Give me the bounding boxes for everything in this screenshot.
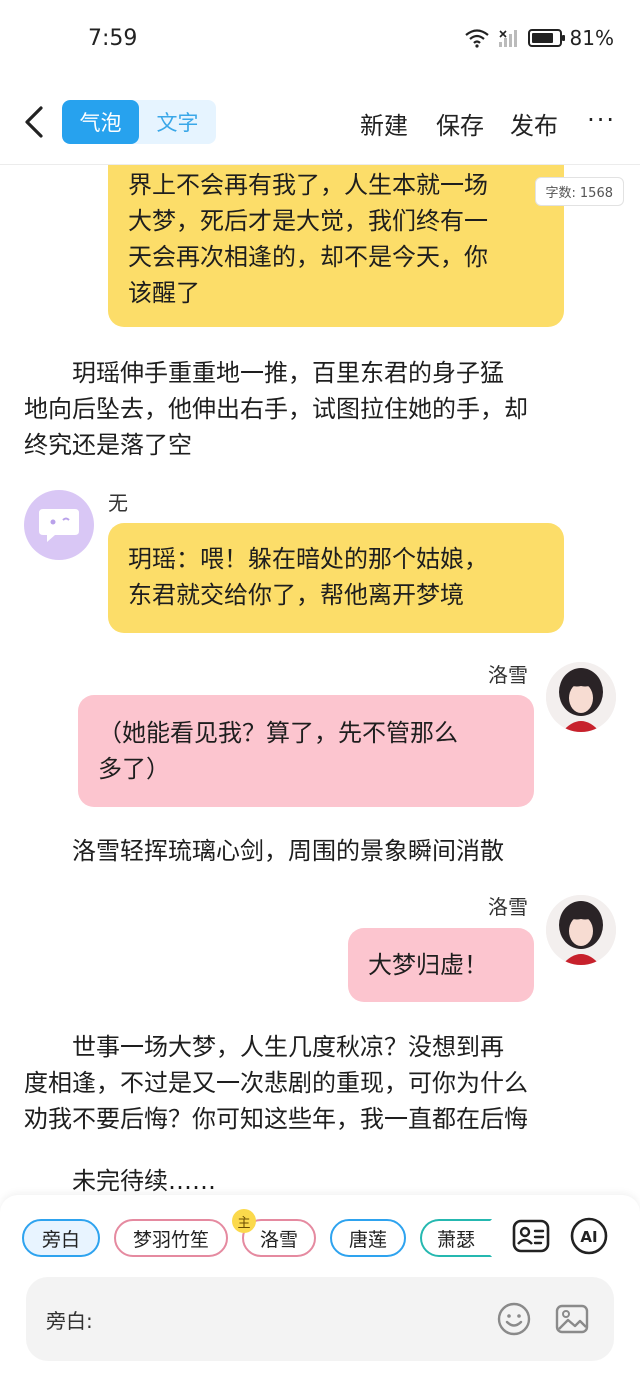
mode-toggle: 气泡 文字: [62, 100, 216, 144]
status-icons: 81%: [464, 26, 614, 50]
speaker-name: 洛雪: [488, 663, 528, 687]
main-role-badge: 主: [232, 1209, 256, 1233]
role-chip-xiaose[interactable]: 萧瑟: [420, 1219, 492, 1257]
battery-percent: 81%: [569, 26, 614, 50]
toolbar: 气泡 文字 新建 保存 发布 ···: [0, 90, 640, 156]
narration-text[interactable]: 洛雪轻挥琉璃心剑，周围的景象瞬间消散: [24, 833, 616, 869]
mode-bubble-tab[interactable]: 气泡: [62, 100, 139, 144]
bubble-line: 该醒了: [128, 279, 200, 307]
back-arrow-icon: [25, 106, 43, 138]
status-bar: 7:59 81%: [0, 0, 640, 80]
emoji-icon: [497, 1302, 531, 1336]
ai-icon-text: AI: [580, 1228, 597, 1246]
back-button[interactable]: [16, 100, 52, 144]
narration-line: 劝我不要后悔？你可知这些年，我一直都在后悔: [24, 1105, 528, 1133]
narration-text[interactable]: 玥瑶伸手重重地一推，百里东君的身子猛 地向后坠去，他伸出右手，试图拉住她的手，却…: [24, 355, 616, 463]
mode-text-tab[interactable]: 文字: [139, 100, 216, 144]
role-selector: 旁白 梦羽竹笙 洛雪 主 唐莲 萧瑟 AI: [0, 1209, 640, 1263]
battery-icon: [527, 29, 565, 47]
narration-line: 度相逢，不过是又一次悲剧的重现，可你为什么: [24, 1069, 528, 1097]
narration-line: 洛雪轻挥琉璃心剑，周围的景象瞬间消散: [24, 837, 504, 865]
message-bubble[interactable]: 大梦归虚！: [348, 928, 534, 1002]
word-count-label: 字数:: [545, 186, 576, 201]
signal-off-icon: [498, 30, 517, 47]
bubble-line: 大梦归虚！: [368, 951, 488, 979]
bubble-line: 天会再次相逢的，却不是今天，你: [128, 243, 488, 271]
narration-line: 世事一场大梦，人生几度秋凉？没想到再: [24, 1033, 504, 1061]
narration-text[interactable]: 未完待续……: [24, 1163, 616, 1195]
input-speaker-label: 旁白:: [46, 1309, 93, 1333]
message-bubble[interactable]: 玥瑶：喂！躲在暗处的那个姑娘， 东君就交给你了，帮他离开梦境: [108, 523, 564, 633]
bubble-line: 界上不会再有我了，人生本就一场: [128, 171, 488, 199]
emoji-button[interactable]: [494, 1299, 534, 1339]
bubble-line: 玥瑶：喂！躲在暗处的那个姑娘，: [128, 545, 488, 573]
bubble-line: 多了）: [98, 755, 170, 783]
ai-button[interactable]: AI: [568, 1215, 610, 1257]
narration-line: 终究还是落了空: [24, 431, 192, 459]
wifi-icon: [464, 29, 489, 48]
speaker-name: 无: [108, 491, 128, 515]
battery-fill: [531, 33, 553, 43]
role-chip-narrator[interactable]: 旁白: [22, 1219, 100, 1257]
composer-panel: 旁白 梦羽竹笙 洛雪 主 唐莲 萧瑟 AI 旁白:: [0, 1195, 640, 1387]
chat-face-icon: [39, 509, 79, 542]
bubble-line: 东君就交给你了，帮他离开梦境: [128, 581, 464, 609]
character-portrait-icon: [546, 895, 616, 965]
message-bubble[interactable]: 界上不会再有我了，人生本就一场 大梦，死后才是大觉，我们终有一 天会再次相逢的，…: [108, 165, 564, 327]
message-bubble[interactable]: （她能看见我？算了，先不管那么 多了）: [78, 695, 534, 807]
message-input[interactable]: 旁白:: [26, 1277, 614, 1361]
new-button[interactable]: 新建: [360, 106, 408, 141]
status-time: 7:59: [88, 26, 138, 51]
avatar-wu[interactable]: [24, 490, 94, 560]
narration-line: 未完待续……: [24, 1167, 216, 1195]
speaker-name: 洛雪: [488, 895, 528, 919]
character-portrait-icon: [546, 662, 616, 732]
story-content[interactable]: 界上不会再有我了，人生本就一场 大梦，死后才是大觉，我们终有一 天会再次相逢的，…: [0, 165, 640, 1195]
role-chip-mengyu[interactable]: 梦羽竹笙: [114, 1219, 228, 1257]
image-icon: [555, 1304, 589, 1334]
word-count-badge: 字数: 1568: [534, 177, 624, 206]
narration-line: 地向后坠去，他伸出右手，试图拉住她的手，却: [24, 395, 528, 423]
role-card-icon: [512, 1219, 550, 1253]
role-card-button[interactable]: [510, 1215, 552, 1257]
image-button[interactable]: [552, 1299, 592, 1339]
avatar-luoxue[interactable]: [546, 662, 616, 732]
bubble-line: （她能看见我？算了，先不管那么: [98, 719, 458, 747]
role-chip-tanglian[interactable]: 唐莲: [330, 1219, 406, 1257]
save-button[interactable]: 保存: [436, 106, 484, 141]
avatar-luoxue[interactable]: [546, 895, 616, 965]
ai-icon: AI: [570, 1217, 608, 1255]
publish-button[interactable]: 发布: [510, 106, 558, 141]
more-button[interactable]: ···: [587, 106, 616, 134]
word-count-value: 1568: [579, 186, 613, 201]
bubble-line: 大梦，死后才是大觉，我们终有一: [128, 207, 488, 235]
narration-line: 玥瑶伸手重重地一推，百里东君的身子猛: [24, 359, 504, 387]
narration-text[interactable]: 世事一场大梦，人生几度秋凉？没想到再 度相逢，不过是又一次悲剧的重现，可你为什么…: [24, 1029, 616, 1137]
